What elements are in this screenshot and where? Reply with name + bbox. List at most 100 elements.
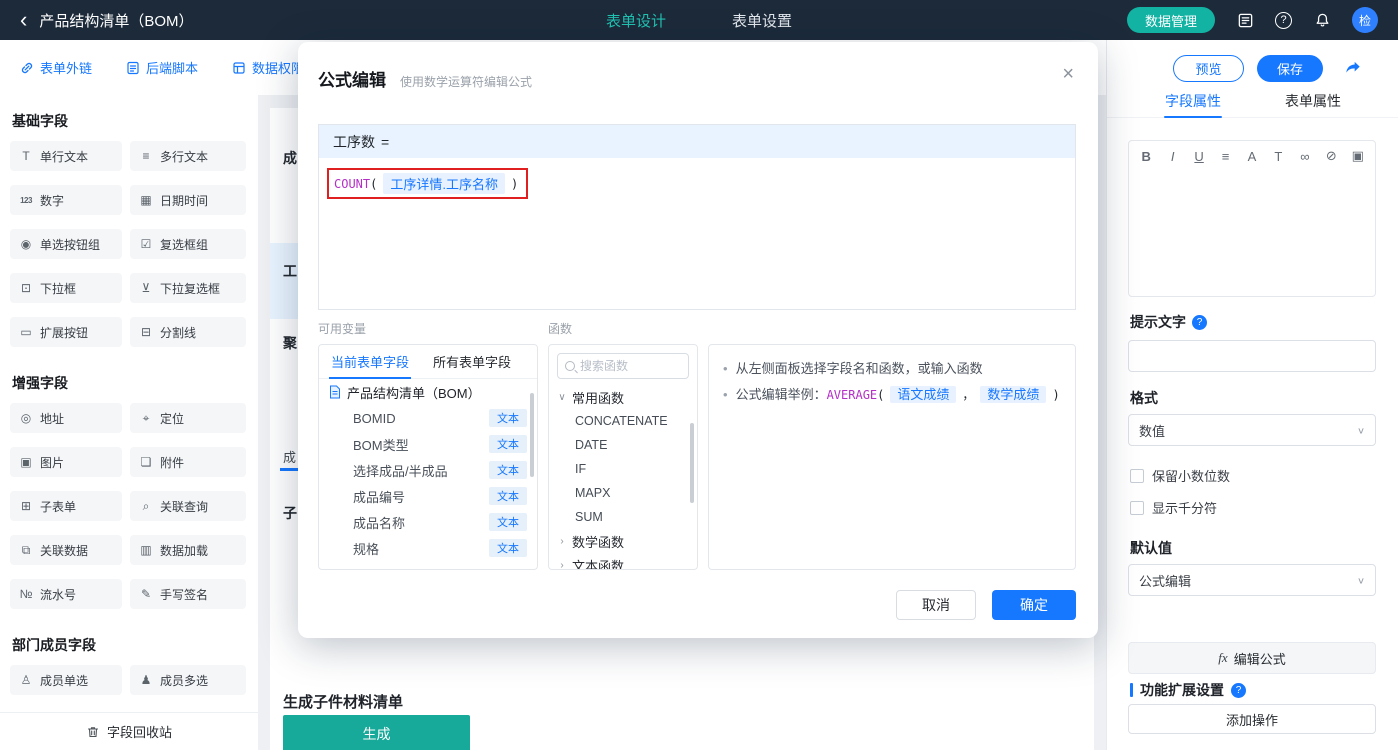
field-serial-number[interactable]: №流水号 — [10, 579, 122, 609]
tab-field-properties[interactable]: 字段属性 — [1165, 84, 1221, 117]
properties-panel: 预览 保存 字段属性 表单属性 B I U ≡ A T ∞ ⊘ ▣ 提示文字 — [1106, 40, 1398, 750]
save-button[interactable]: 保存 — [1257, 55, 1323, 82]
edit-formula-button[interactable]: fx 编辑公式 — [1128, 642, 1376, 674]
field-select[interactable]: ⊡下拉框 — [10, 273, 122, 303]
insert-image-icon[interactable]: ▣ — [1351, 148, 1365, 164]
function-search — [557, 353, 689, 379]
field-extend-button[interactable]: ▭扩展按钮 — [10, 317, 122, 347]
example-close-paren: ) — [1052, 388, 1059, 402]
align-icon[interactable]: ≡ — [1218, 149, 1232, 164]
user-avatar[interactable]: 检 — [1352, 7, 1378, 33]
field-reference-chip[interactable]: 工序详情.工序名称 — [383, 173, 505, 194]
field-multi-select[interactable]: ⊻下拉复选框 — [130, 273, 246, 303]
functions-scrollbar[interactable] — [690, 423, 694, 503]
tab-label: 字段属性 — [1165, 91, 1221, 111]
default-value-select[interactable]: 公式编辑 ∨ — [1128, 564, 1376, 596]
hint-text-input[interactable] — [1128, 340, 1376, 372]
tab-form-settings[interactable]: 表单设置 — [732, 10, 792, 31]
data-manage-button[interactable]: 数据管理 — [1127, 7, 1215, 33]
function-group-text[interactable]: › 文本函数 — [549, 553, 697, 570]
field-multi-line-text[interactable]: ≡多行文本 — [130, 141, 246, 171]
field-single-line-text[interactable]: T单行文本 — [10, 141, 122, 171]
italic-icon[interactable]: I — [1165, 149, 1179, 164]
data-permission-link[interactable]: 数据权限 — [232, 58, 304, 77]
remove-link-icon[interactable]: ⊘ — [1324, 148, 1338, 164]
variable-row[interactable]: 规格文本 — [319, 535, 537, 561]
field-member-single[interactable]: ♙成员单选 — [10, 665, 122, 695]
font-color-icon[interactable]: A — [1245, 149, 1259, 164]
backend-script-link[interactable]: 后端脚本 — [126, 58, 198, 77]
generate-button[interactable]: 生成 — [283, 715, 470, 750]
variable-row[interactable]: 成品编号文本 — [319, 483, 537, 509]
extension-help-icon[interactable]: ? — [1231, 683, 1246, 698]
form-external-link[interactable]: 表单外链 — [20, 58, 92, 77]
default-value-label: 默认值 — [1130, 538, 1172, 558]
tab-form-design[interactable]: 表单设计 — [606, 10, 666, 31]
field-related-query[interactable]: ⌕关联查询 — [130, 491, 246, 521]
function-item[interactable]: SUM — [549, 505, 697, 529]
variable-row[interactable]: BOMID文本 — [319, 405, 537, 431]
default-label-text: 默认值 — [1130, 538, 1172, 558]
field-address[interactable]: ◎地址 — [10, 403, 122, 433]
formula-expression-area[interactable]: COUNT( 工序详情.工序名称 ) — [319, 158, 1075, 209]
thousand-option[interactable]: 显示千分符 — [1130, 498, 1217, 517]
field-related-data[interactable]: ⧉关联数据 — [10, 535, 122, 565]
variable-row[interactable]: 成品名称文本 — [319, 509, 537, 535]
preview-button[interactable]: 预览 — [1173, 55, 1244, 82]
notification-bell-icon[interactable] — [1312, 10, 1332, 30]
font-size-icon[interactable]: T — [1271, 149, 1285, 164]
function-item[interactable]: MAPX — [549, 481, 697, 505]
signature-icon: ✎ — [138, 587, 154, 601]
thousand-checkbox[interactable] — [1130, 501, 1144, 515]
field-location[interactable]: ⌖定位 — [130, 403, 246, 433]
tab-form-properties[interactable]: 表单属性 — [1285, 84, 1341, 117]
field-subform[interactable]: ⊞子表单 — [10, 491, 122, 521]
field-image[interactable]: ▣图片 — [10, 447, 122, 477]
add-action-button[interactable]: 添加操作 — [1128, 704, 1376, 734]
editor-content[interactable] — [1129, 171, 1375, 289]
close-icon[interactable]: × — [1062, 64, 1074, 84]
help-icon[interactable]: ? — [1275, 12, 1292, 29]
format-select[interactable]: 数值 ∨ — [1128, 414, 1376, 446]
field-divider[interactable]: ⊟分割线 — [130, 317, 246, 347]
field-datetime[interactable]: ▦日期时间 — [130, 185, 246, 215]
cancel-button[interactable]: 取消 — [896, 590, 976, 620]
insert-link-icon[interactable]: ∞ — [1298, 149, 1312, 164]
decimal-option[interactable]: 保留小数位数 — [1130, 466, 1230, 485]
function-group-math[interactable]: › 数学函数 — [549, 529, 697, 553]
field-recycle-bin[interactable]: 字段回收站 — [0, 712, 258, 750]
underline-icon[interactable]: U — [1192, 149, 1206, 164]
function-item[interactable]: CONCATENATE — [549, 409, 697, 433]
variables-scrollbar[interactable] — [530, 393, 534, 477]
decimal-checkbox[interactable] — [1130, 469, 1144, 483]
confirm-button[interactable]: 确定 — [992, 590, 1076, 620]
function-item[interactable]: IF — [549, 457, 697, 481]
variable-row[interactable]: BOM类型文本 — [319, 431, 537, 457]
form-switch-icon[interactable] — [1235, 10, 1255, 30]
tab-current-form-fields[interactable]: 当前表单字段 — [319, 345, 421, 378]
fx-icon: fx — [1218, 650, 1227, 666]
share-icon[interactable] — [1343, 58, 1363, 78]
data-grid-icon — [232, 61, 246, 75]
hint-help-icon[interactable]: ? — [1192, 315, 1207, 330]
field-label: 下拉复选框 — [160, 280, 220, 297]
serial-number-icon: № — [18, 587, 34, 601]
field-attachment[interactable]: ❏附件 — [130, 447, 246, 477]
tab-all-form-fields[interactable]: 所有表单字段 — [421, 345, 523, 378]
field-member-multi[interactable]: ♟成员多选 — [130, 665, 246, 695]
variable-tree-root[interactable]: 产品结构清单（BOM） — [319, 379, 537, 405]
function-search-input[interactable] — [580, 359, 681, 373]
function-group-common[interactable]: ∨ 常用函数 — [549, 385, 697, 409]
bold-icon[interactable]: B — [1139, 149, 1153, 164]
field-radio-group[interactable]: ◉单选按钮组 — [10, 229, 122, 259]
formula-expression-highlight: COUNT( 工序详情.工序名称 ) — [327, 168, 528, 199]
field-data-load[interactable]: ▥数据加载 — [130, 535, 246, 565]
field-number[interactable]: 123数字 — [10, 185, 122, 215]
field-signature[interactable]: ✎手写签名 — [130, 579, 246, 609]
back-icon[interactable]: ‹ — [20, 1, 27, 39]
field-checkbox-group[interactable]: ☑复选框组 — [130, 229, 246, 259]
variable-row[interactable]: 选择成品/半成品文本 — [319, 457, 537, 483]
chevron-down-icon: ∨ — [557, 392, 567, 403]
function-item[interactable]: DATE — [549, 433, 697, 457]
field-label: 数据加载 — [160, 542, 208, 559]
